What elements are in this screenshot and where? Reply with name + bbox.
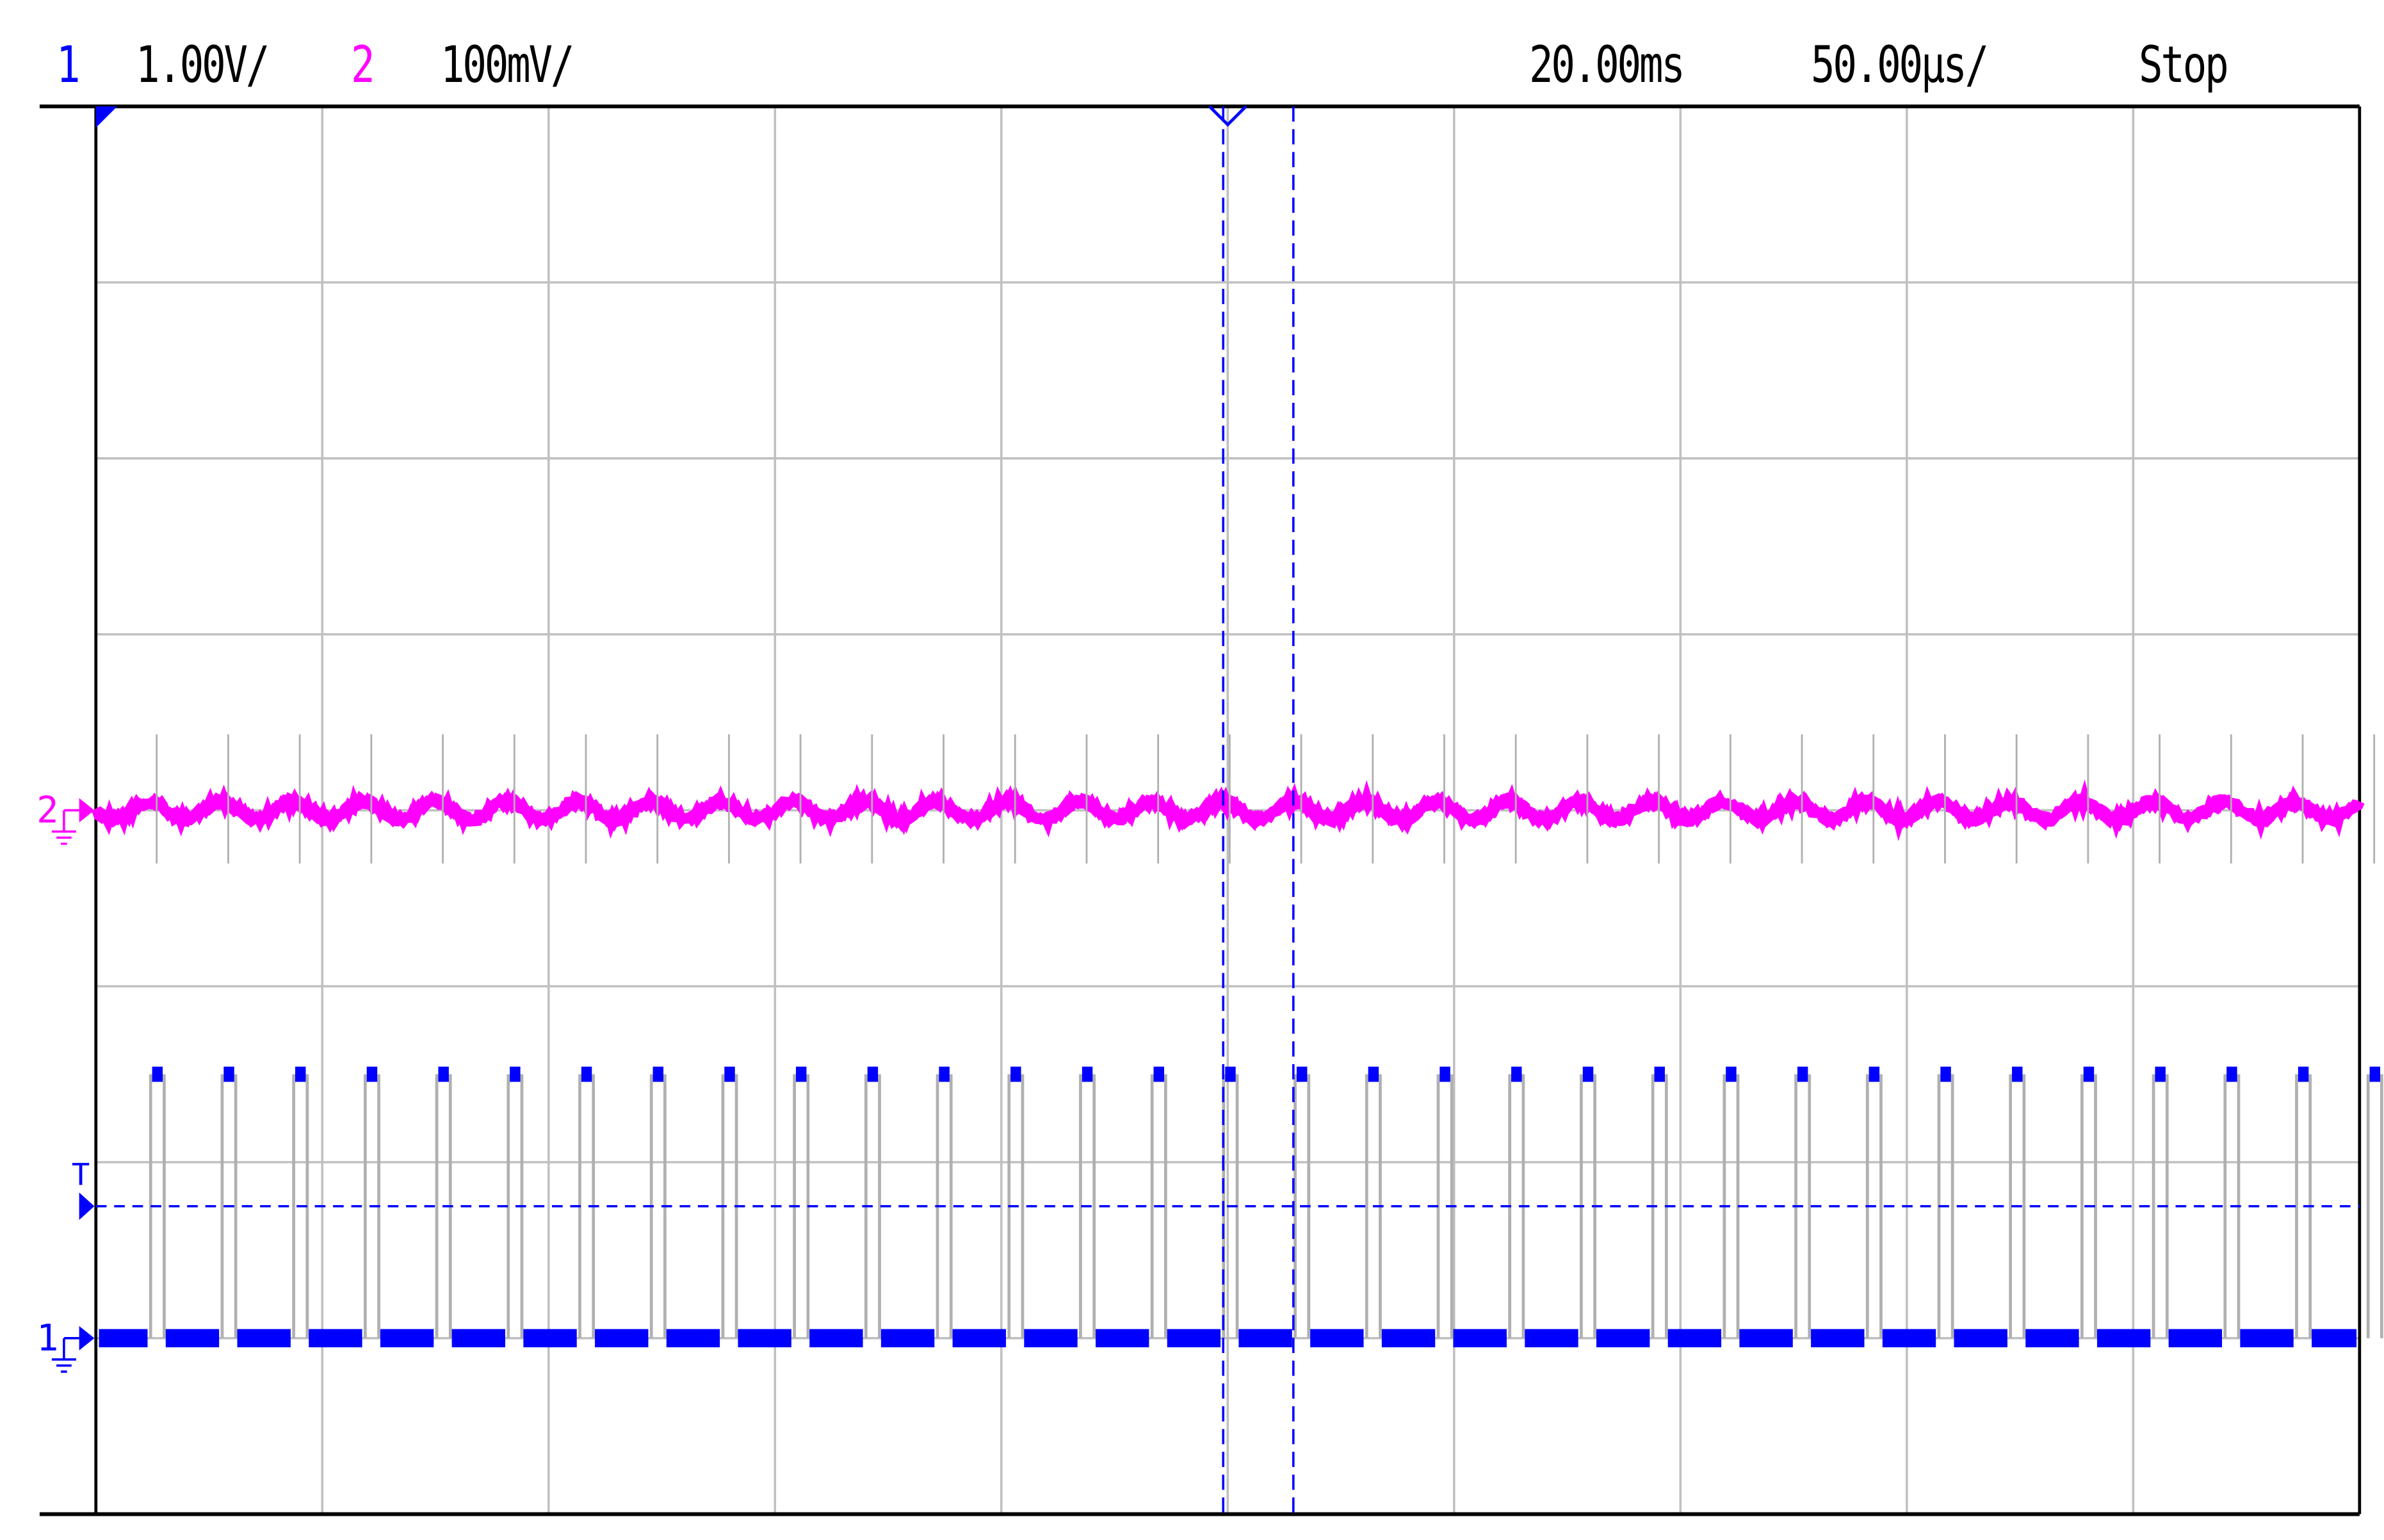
ch1-low-segment <box>2097 1329 2150 1347</box>
ch1-pulse-high <box>1511 1067 1521 1082</box>
ch1-offset-arrow-icon <box>79 1326 95 1350</box>
ch1-low-segment <box>595 1329 648 1347</box>
ch1-low-segment <box>738 1329 791 1347</box>
ch2-marker: 2 <box>36 789 58 831</box>
trigger-level-arrow-icon <box>79 1192 95 1220</box>
ch1-pulse-high <box>1869 1067 1879 1082</box>
ch1-low-segment <box>881 1329 934 1347</box>
ch1-low-segment <box>1883 1329 1936 1347</box>
ch1-pulse-high <box>1726 1067 1736 1082</box>
ch1-low-segment <box>1596 1329 1650 1347</box>
ch1-low-segment <box>2169 1329 2222 1347</box>
trigger-marker: T <box>72 1157 90 1192</box>
ch1-low-segment <box>1954 1329 2007 1347</box>
ch1-pulse-high <box>1154 1067 1164 1082</box>
ch1-pulse-high <box>724 1067 734 1082</box>
ch1-low-segment <box>99 1329 147 1347</box>
ch1-low-segment <box>1024 1329 1077 1347</box>
ch1-low-segment <box>523 1329 576 1347</box>
ch1-low-segment <box>1454 1329 1507 1347</box>
ch1-low-segment <box>809 1329 863 1347</box>
ch1-low-segment <box>1739 1329 1792 1347</box>
traces <box>96 734 2382 1347</box>
ch1-pulse-high <box>152 1067 163 1082</box>
ch1-low-segment <box>2025 1329 2079 1347</box>
ch1-low-segment <box>1310 1329 1363 1347</box>
ch1-pulse-high <box>2155 1067 2165 1082</box>
ch1-low-segment <box>309 1329 362 1347</box>
ch1-pulse-high <box>367 1067 377 1082</box>
ch1-low-segment <box>238 1329 291 1347</box>
ch1-low-segment <box>1096 1329 1149 1347</box>
ch1-low-segment <box>380 1329 434 1347</box>
ch1-low-segment <box>2312 1329 2356 1347</box>
ch1-pulse-high <box>1082 1067 1092 1082</box>
ch1-low-segment <box>166 1329 219 1347</box>
scope-display: T 1 2 <box>0 0 2384 1540</box>
ch1-pulse-high <box>2012 1067 2022 1082</box>
ch1-low-segment <box>1167 1329 1220 1347</box>
ch1-pulse-high <box>1654 1067 1664 1082</box>
ch1-pulse-high <box>1368 1067 1379 1082</box>
ch1-pulse-high <box>510 1067 520 1082</box>
ch1-pulse-high <box>939 1067 949 1082</box>
ch1-low-segment <box>1668 1329 1721 1347</box>
ch1-pulse-high <box>581 1067 592 1082</box>
ch1-pulse-high <box>2226 1067 2237 1082</box>
ch1-low-segment <box>1525 1329 1578 1347</box>
left-edge-marker-icon <box>96 106 117 127</box>
ch1-pulse-high <box>1439 1067 1450 1082</box>
ch1-low-segment <box>953 1329 1006 1347</box>
ch1-low-segment <box>1382 1329 1435 1347</box>
ch1-pulse-high <box>2298 1067 2308 1082</box>
ch1-pulse-high <box>2084 1067 2094 1082</box>
ch1-pulse-high <box>295 1067 305 1082</box>
ch1-pulse-high <box>2370 1067 2380 1082</box>
ch1-pulse-high <box>1797 1067 1808 1082</box>
ch1-pulse-high <box>653 1067 663 1082</box>
ch1-low-segment <box>1811 1329 1864 1347</box>
ch1-pulse-high <box>1010 1067 1021 1082</box>
ch2-offset-arrow-icon <box>79 798 95 822</box>
ch1-pulse-high <box>1225 1067 1235 1082</box>
ch1-low-segment <box>667 1329 720 1347</box>
ch1-pulse-high <box>1583 1067 1593 1082</box>
ch1-marker: 1 <box>36 1317 58 1359</box>
ch1-pulse-high <box>868 1067 878 1082</box>
ch1-low-segment <box>2240 1329 2293 1347</box>
ch1-pulse-high <box>438 1067 448 1082</box>
ch1-pulse-high <box>1940 1067 1950 1082</box>
ch1-pulse-high <box>223 1067 234 1082</box>
ch1-low-segment <box>452 1329 505 1347</box>
ch1-low-segment <box>1238 1329 1292 1347</box>
ch1-pulse-high <box>796 1067 806 1082</box>
ch1-pulse-high <box>1297 1067 1307 1082</box>
